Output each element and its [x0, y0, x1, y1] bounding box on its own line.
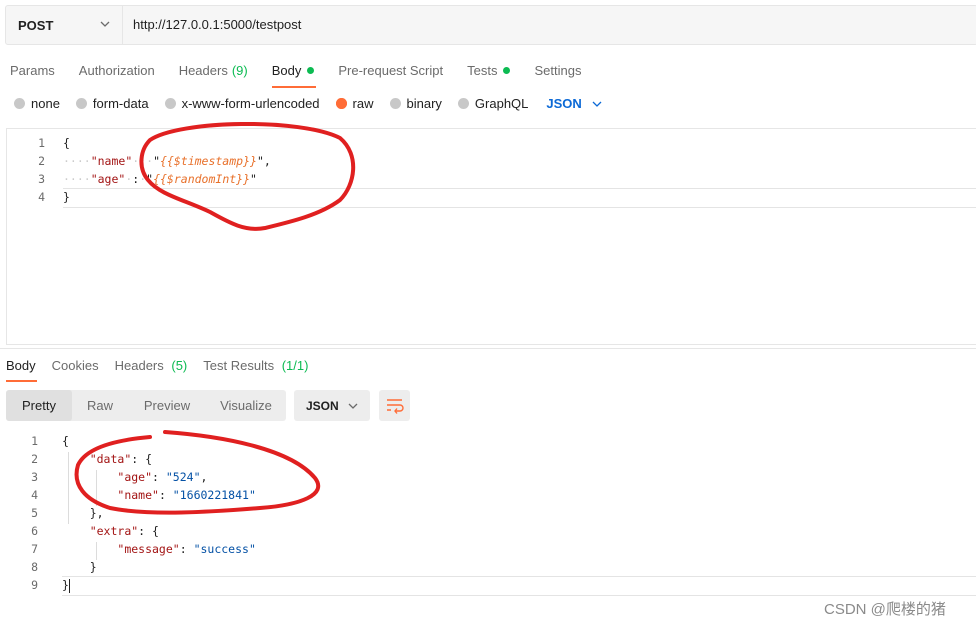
line-number: 4	[31, 488, 38, 502]
status-dot-icon	[503, 66, 511, 74]
wrap-lines-icon	[387, 399, 404, 414]
radio-selected-icon	[335, 98, 347, 109]
radio-none[interactable]: none	[14, 96, 60, 111]
response-tab-test-results[interactable]: Test Results (1/1)	[203, 358, 308, 373]
radio-urlencoded[interactable]: x-www-form-urlencoded	[164, 96, 320, 111]
body-type-selector: none form-data x-www-form-urlencoded raw…	[14, 96, 604, 111]
radio-form-data[interactable]: form-data	[75, 96, 149, 111]
response-format-select[interactable]: JSON	[294, 390, 370, 421]
tab-settings[interactable]: Settings	[534, 60, 581, 80]
response-body-viewer[interactable]: 1 2 3 4 5 6 7 8 9 { "data": { "age": "52…	[0, 432, 976, 597]
line-number: 9	[31, 578, 38, 592]
variable-timestamp: {{$timestamp}}	[160, 154, 257, 168]
watermark: CSDN @爬楼的猪	[824, 601, 946, 618]
url-input[interactable]: http://127.0.0.1:5000/testpost	[133, 17, 301, 32]
request-tabs: Params Authorization Headers (9) Body Pre…	[10, 60, 605, 80]
line-number: 3	[31, 470, 38, 484]
radio-icon	[14, 98, 25, 109]
radio-form-data-label: form-data	[92, 96, 149, 111]
tab-authorization[interactable]: Authorization	[79, 60, 155, 80]
response-headers-count: (5)	[171, 358, 188, 373]
tab-params[interactable]: Params	[10, 60, 55, 80]
line-number: 3	[38, 172, 45, 186]
radio-icon	[457, 98, 469, 109]
response-tab-body[interactable]: Body	[6, 358, 36, 373]
brace-close: }	[63, 190, 70, 204]
brace-open: {	[63, 136, 70, 150]
view-preview-button[interactable]: Preview	[128, 390, 206, 421]
line-number: 6	[31, 524, 38, 538]
json-key-name: "name"	[117, 488, 159, 502]
tab-prerequest[interactable]: Pre-request Script	[338, 60, 443, 80]
chevron-down-icon	[348, 403, 358, 409]
tab-tests[interactable]: Tests	[467, 60, 511, 80]
tab-headers[interactable]: Headers (9)	[179, 60, 248, 80]
view-raw-button[interactable]: Raw	[72, 390, 128, 421]
json-value-age: "524"	[165, 470, 201, 484]
section-divider	[0, 348, 976, 349]
view-pretty-button[interactable]: Pretty	[6, 390, 72, 421]
tab-body-label: Body	[271, 62, 302, 78]
line-number: 2	[31, 452, 38, 466]
view-visualize-button[interactable]: Visualize	[206, 390, 286, 421]
tab-body[interactable]: Body	[272, 60, 315, 80]
format-label: JSON	[546, 96, 582, 111]
json-key-message: "message"	[117, 542, 180, 556]
response-tab-test-results-label: Test Results	[203, 358, 275, 373]
response-format-label: JSON	[306, 398, 339, 413]
tab-headers-label: Headers	[178, 62, 228, 78]
response-tabs: Body Cookies Headers (5) Test Results (1…	[6, 358, 324, 373]
radio-icon	[389, 98, 401, 109]
radio-raw-label: raw	[352, 96, 374, 111]
active-line-highlight	[62, 576, 976, 596]
line-number: 2	[38, 154, 45, 168]
json-key-age: "age"	[90, 172, 126, 186]
line-number: 8	[31, 560, 38, 574]
active-response-tab-indicator	[6, 380, 37, 382]
response-tab-headers-label: Headers	[114, 358, 164, 373]
active-line-highlight	[63, 188, 976, 208]
wrap-lines-button[interactable]	[379, 390, 410, 421]
line-number: 1	[38, 136, 45, 150]
line-number: 7	[31, 542, 38, 556]
radio-binary-label: binary	[406, 96, 442, 111]
json-key-name: "name"	[90, 154, 133, 168]
chevron-down-icon	[592, 101, 602, 107]
active-tab-indicator	[272, 86, 316, 88]
format-select[interactable]: JSON	[546, 96, 603, 111]
status-dot-icon	[307, 66, 315, 74]
radio-graphql-label: GraphQL	[474, 96, 529, 111]
radio-icon	[75, 98, 87, 109]
response-tab-headers[interactable]: Headers (5)	[115, 358, 188, 373]
url-bar: POST http://127.0.0.1:5000/testpost	[5, 5, 976, 45]
radio-raw[interactable]: raw	[335, 96, 374, 111]
request-body-editor[interactable]: 1 2 3 4 { ····"name"·:·"{{$timestamp}}",…	[6, 128, 976, 345]
radio-icon	[164, 98, 176, 109]
variable-randomint: {{$randomInt}}	[153, 172, 251, 186]
method-select[interactable]: POST	[6, 6, 123, 44]
radio-binary[interactable]: binary	[389, 96, 442, 111]
radio-graphql[interactable]: GraphQL	[457, 96, 529, 111]
chevron-down-icon	[100, 21, 110, 27]
json-value-name: "1660221841"	[172, 488, 256, 502]
json-key-data: "data"	[89, 452, 132, 466]
json-key-extra: "extra"	[89, 524, 139, 538]
json-value-message: "success"	[193, 542, 256, 556]
line-number: 1	[31, 434, 38, 448]
line-number: 5	[31, 506, 38, 520]
view-mode-group: Pretty Raw Preview Visualize	[6, 390, 286, 421]
line-number: 4	[38, 190, 45, 204]
radio-urlencoded-label: x-www-form-urlencoded	[181, 96, 320, 111]
test-results-count: (1/1)	[281, 358, 309, 373]
response-tab-cookies[interactable]: Cookies	[52, 358, 99, 373]
headers-count: (9)	[231, 62, 248, 78]
tab-tests-label: Tests	[467, 62, 498, 78]
method-label: POST	[18, 17, 54, 33]
json-key-age: "age"	[117, 470, 153, 484]
radio-none-label: none	[31, 96, 60, 111]
